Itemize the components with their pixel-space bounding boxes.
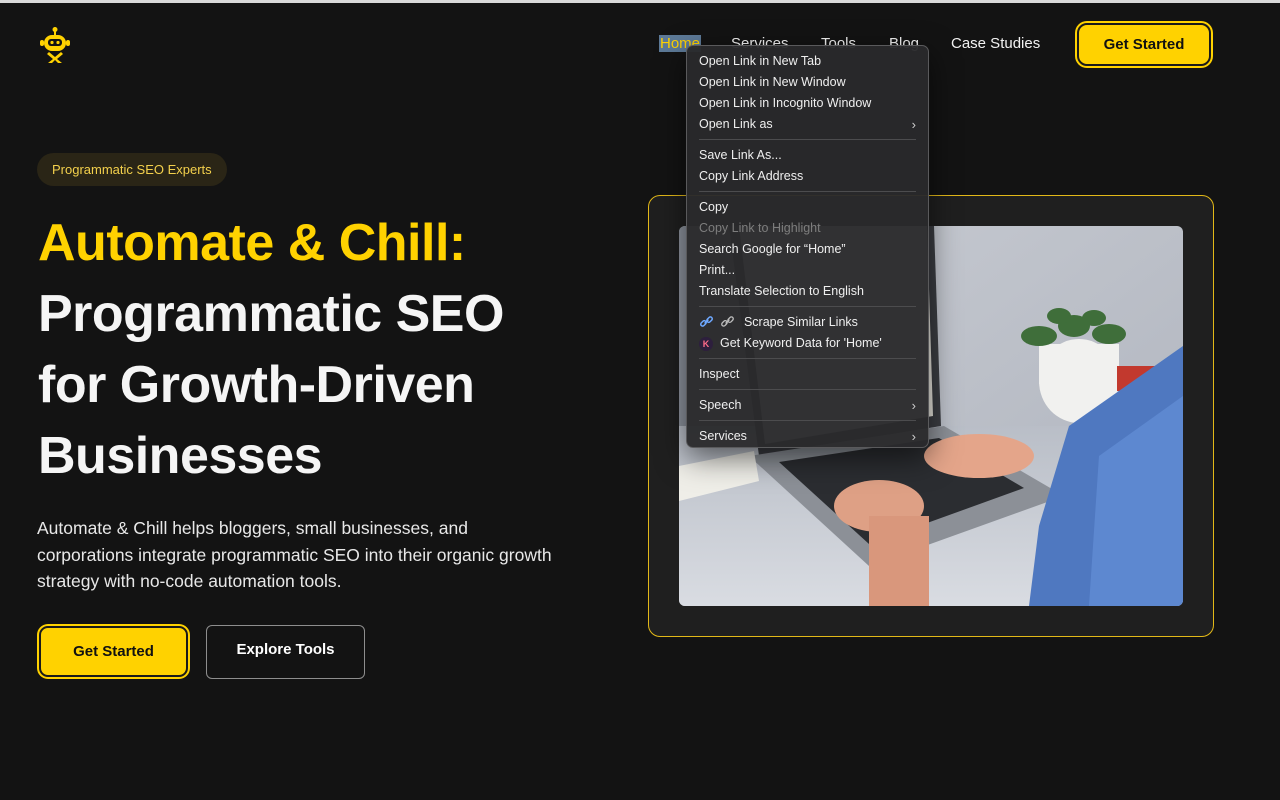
menu-open-incognito[interactable]: Open Link in Incognito Window <box>687 93 928 114</box>
menu-copy-link-highlight: Copy Link to Highlight <box>699 221 821 235</box>
menu-scrape-similar-links[interactable]: Scrape Similar Links <box>687 312 928 333</box>
menu-copy[interactable]: Copy <box>687 197 928 218</box>
nav-get-started-button[interactable]: Get Started <box>1077 23 1211 66</box>
link-extension-icon <box>699 316 714 327</box>
menu-search-google[interactable]: Search Google for “Home” <box>687 239 928 260</box>
menu-divider <box>699 389 916 390</box>
hero-badge: Programmatic SEO Experts <box>37 153 227 186</box>
hero-title: Programmatic SEO for Growth-Driven Busin… <box>38 279 598 492</box>
context-menu: Open Link in New Tab Open Link in New Wi… <box>686 45 929 448</box>
menu-open-link-as[interactable]: Open Link as › <box>687 114 928 135</box>
browser-top-edge <box>0 0 1280 3</box>
menu-divider <box>699 139 916 140</box>
menu-print[interactable]: Print... <box>687 260 928 281</box>
menu-copy-link-address[interactable]: Copy Link Address <box>687 166 928 187</box>
menu-get-keyword-data[interactable]: K Get Keyword Data for 'Home' <box>687 333 928 354</box>
menu-divider <box>699 191 916 192</box>
chevron-right-icon: › <box>911 429 916 444</box>
menu-open-new-tab[interactable]: Open Link in New Tab <box>687 51 928 72</box>
chevron-right-icon: › <box>911 117 916 132</box>
menu-inspect[interactable]: Inspect <box>687 364 928 385</box>
keyword-extension-icon: K <box>699 337 713 351</box>
nav-link-case-studies[interactable]: Case Studies <box>951 35 1040 52</box>
menu-item-label: Open Link as <box>699 117 773 131</box>
explore-tools-button[interactable]: Explore Tools <box>206 625 365 679</box>
robot-logo-icon[interactable] <box>38 26 72 64</box>
hero-description: Automate & Chill helps bloggers, small b… <box>37 518 552 591</box>
chevron-right-icon: › <box>911 398 916 413</box>
menu-item-label: Services <box>699 429 747 443</box>
menu-divider <box>699 358 916 359</box>
menu-save-link-as[interactable]: Save Link As... <box>687 145 928 166</box>
menu-services[interactable]: Services › <box>687 426 928 447</box>
menu-translate[interactable]: Translate Selection to English <box>687 281 928 302</box>
hero-title-highlight: Automate & Chill: <box>38 214 466 272</box>
menu-divider <box>699 306 916 307</box>
menu-item-label: Scrape Similar Links <box>743 315 858 329</box>
menu-open-new-window[interactable]: Open Link in New Window <box>687 72 928 93</box>
hero-title-line: for Growth-Driven <box>38 356 475 414</box>
menu-speech[interactable]: Speech › <box>687 395 928 416</box>
hero-title-line: Programmatic SEO <box>38 285 504 343</box>
hero-title-line: Businesses <box>38 427 323 485</box>
link-icon <box>721 316 735 327</box>
menu-divider <box>699 420 916 421</box>
menu-item-label: Get Keyword Data for 'Home' <box>720 336 882 350</box>
menu-item-label: Speech <box>699 398 742 412</box>
hero-get-started-button[interactable]: Get Started <box>39 626 188 677</box>
